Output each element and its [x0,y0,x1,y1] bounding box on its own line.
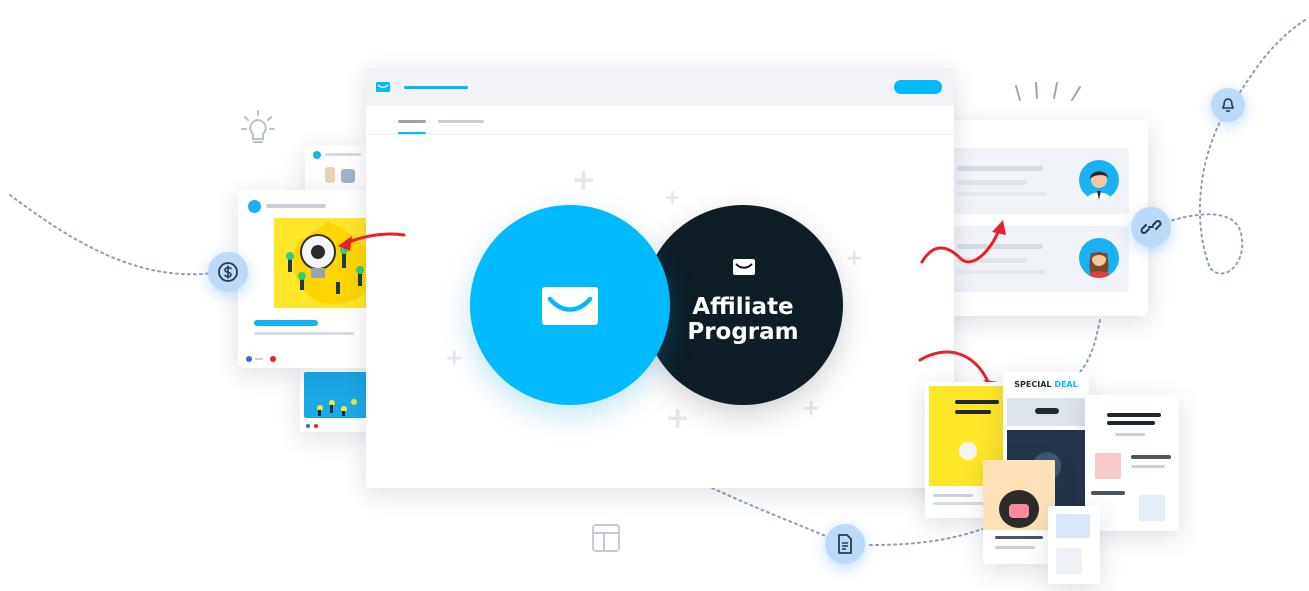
link-icon[interactable] [1131,207,1171,247]
document-icon[interactable] [825,524,865,564]
newsletter-headline-accent: DEAL [1054,380,1078,389]
newsletter-preview-mini [1048,506,1100,584]
newsletter-headline: SPECIAL [1014,380,1052,389]
newsletter-preview-character [983,460,1055,564]
bell-icon[interactable] [1211,88,1245,122]
